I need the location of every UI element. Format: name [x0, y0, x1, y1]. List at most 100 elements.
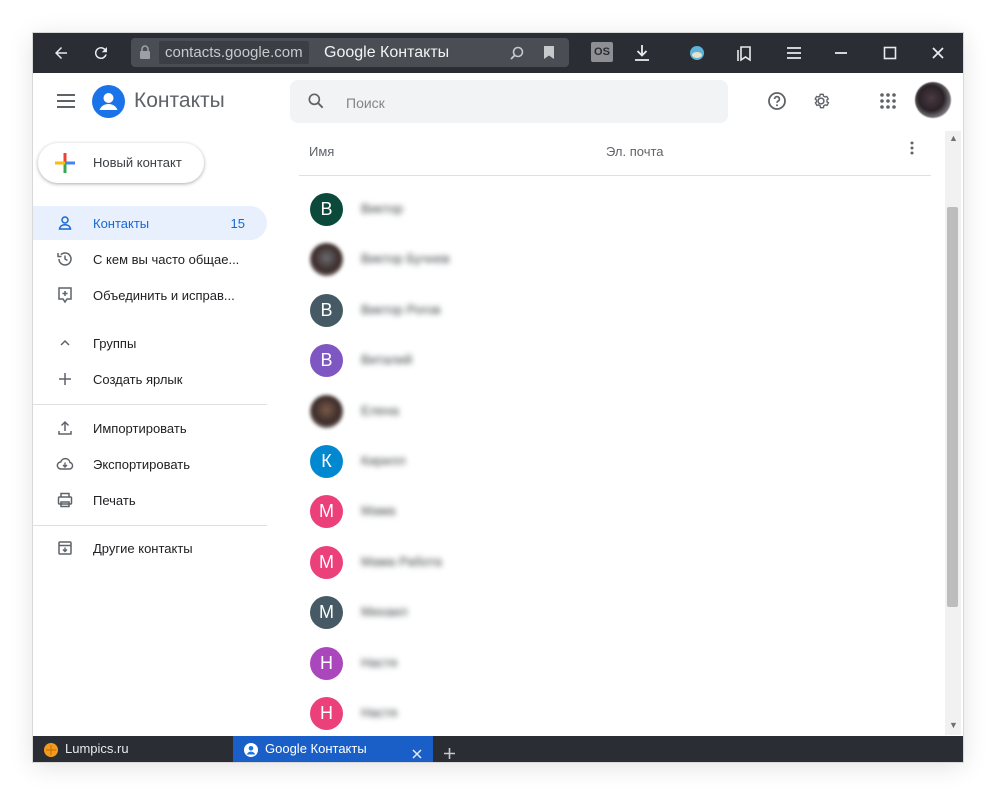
browser-menu-icon[interactable] [782, 41, 806, 65]
search-icon[interactable] [306, 91, 326, 116]
sidebar-item-print[interactable]: Печать [33, 483, 267, 517]
app-title: Контакты [134, 89, 225, 112]
contact-avatar: В [310, 344, 343, 378]
collections-icon[interactable] [733, 41, 757, 65]
plus-icon [443, 743, 456, 762]
bookmark-icon[interactable] [543, 45, 555, 65]
person-icon [56, 214, 74, 232]
contact-name: Мама Работа [361, 553, 442, 569]
contact-row[interactable]: М Мама Работа [299, 538, 931, 588]
minimize-icon[interactable] [829, 41, 853, 65]
lumpics-favicon-icon [43, 741, 59, 762]
maximize-icon[interactable] [878, 41, 902, 65]
url-host: contacts.google.com [159, 41, 309, 64]
sidebar-divider [33, 404, 267, 405]
address-bar[interactable]: contacts.google.com Google Контакты [131, 38, 569, 67]
sidebar-item-label: Другие контакты [93, 540, 193, 556]
plus-icon [56, 370, 74, 388]
scrollbar-thumb[interactable] [947, 207, 958, 607]
search-box[interactable] [290, 80, 728, 125]
sidebar-item-other-contacts[interactable]: Другие контакты [33, 531, 267, 565]
contacts-logo-icon [92, 85, 125, 118]
contact-row[interactable]: Елена [299, 387, 931, 437]
more-vert-icon[interactable] [904, 140, 920, 159]
close-window-icon[interactable] [926, 41, 950, 65]
contacts-count-badge: 15 [230, 215, 245, 231]
colorful-plus-icon [53, 151, 77, 180]
chevron-up-icon [56, 334, 74, 352]
contact-avatar: К [310, 445, 343, 478]
contact-avatar [310, 394, 343, 428]
tab-google-contacts[interactable]: Google Контакты [233, 736, 433, 762]
account-avatar[interactable] [915, 82, 951, 118]
download-icon[interactable] [630, 41, 654, 65]
sidebar-item-label: Экспортировать [93, 456, 190, 472]
contact-row[interactable]: М Михаил [299, 588, 931, 638]
lock-icon [139, 45, 151, 64]
sidebar-item-frequent[interactable]: С кем вы часто общае... [33, 242, 267, 276]
scroll-up-icon[interactable]: ▲ [949, 133, 958, 143]
contact-row[interactable]: Виктор Бучнев [299, 235, 931, 285]
tab-label: Lumpics.ru [65, 741, 129, 756]
search-input[interactable] [344, 80, 708, 125]
sidebar: Новый контакт Контакты 15 С кем вы часто… [33, 129, 267, 736]
contact-row[interactable]: В Виктор [299, 185, 931, 235]
back-arrow-icon[interactable] [49, 41, 73, 65]
contact-avatar: М [310, 495, 343, 529]
close-tab-icon[interactable] [411, 743, 423, 762]
printer-icon [56, 491, 74, 509]
column-header-name[interactable]: Имя [309, 144, 334, 159]
find-in-page-icon[interactable] [509, 45, 525, 66]
sidebar-divider [33, 525, 267, 526]
new-contact-label: Новый контакт [93, 155, 182, 170]
settings-gear-icon[interactable] [809, 89, 833, 113]
history-icon [56, 250, 74, 268]
reload-icon[interactable] [89, 41, 113, 65]
extension-badge[interactable]: OS [591, 42, 613, 62]
sidebar-item-contacts[interactable]: Контакты 15 [33, 206, 267, 240]
tab-lumpics[interactable]: Lumpics.ru [33, 736, 233, 762]
sidebar-item-label: Контакты [93, 215, 150, 231]
url-page-title: Google Контакты [324, 44, 450, 61]
sidebar-item-label: Создать ярлык [93, 371, 183, 387]
column-header-email[interactable]: Эл. почта [606, 144, 664, 159]
scrollbar[interactable]: ▲ ▼ [945, 131, 961, 735]
contact-row[interactable]: К Кирилл [299, 437, 931, 487]
tab-bar: Lumpics.ru Google Контакты [33, 736, 963, 762]
sidebar-item-merge[interactable]: Объединить и исправ... [33, 278, 267, 312]
weather-extension-icon[interactable] [685, 41, 709, 65]
contact-avatar: М [310, 545, 343, 579]
sidebar-item-label: Группы [93, 335, 137, 351]
upload-icon [56, 419, 74, 437]
contact-row[interactable]: В Виктор Рогов [299, 286, 931, 336]
contact-list: Имя Эл. почта В Виктор Виктор Бучнев В Викто… [299, 129, 931, 736]
help-icon[interactable] [765, 89, 789, 113]
contact-name: Настя [361, 654, 398, 670]
contact-name: Виктор Бучнев [361, 251, 450, 267]
sidebar-item-create-label[interactable]: Создать ярлык [33, 362, 267, 396]
sidebar-item-label: Импортировать [93, 420, 187, 436]
scroll-down-icon[interactable]: ▼ [949, 720, 958, 730]
main-menu-icon[interactable] [54, 89, 78, 113]
new-tab-button[interactable] [439, 736, 463, 762]
contact-avatar: В [310, 193, 343, 226]
contact-name: Елена [361, 402, 399, 418]
sidebar-item-export[interactable]: Экспортировать [33, 447, 267, 481]
sidebar-item-groups[interactable]: Группы [33, 326, 267, 360]
contact-row[interactable]: Н Настя [299, 639, 931, 689]
browser-window: contacts.google.com Google Контакты OS К… [33, 33, 963, 762]
browser-toolbar: contacts.google.com Google Контакты OS [33, 33, 963, 73]
app-header: Контакты [33, 73, 963, 129]
new-contact-button[interactable]: Новый контакт [38, 143, 204, 183]
contact-name: Виктор Рогов [361, 301, 441, 317]
contact-row[interactable]: Н Настя [299, 689, 931, 736]
apps-grid-icon[interactable] [876, 89, 900, 113]
sidebar-item-import[interactable]: Импортировать [33, 411, 267, 445]
cloud-download-icon [56, 455, 74, 473]
archive-icon [56, 539, 74, 557]
contact-row[interactable]: В Виталий [299, 336, 931, 386]
contact-row[interactable]: М Мама [299, 487, 931, 537]
contact-avatar: М [310, 596, 343, 630]
tab-label: Google Контакты [265, 741, 367, 756]
contact-name: Михаил [361, 604, 408, 620]
